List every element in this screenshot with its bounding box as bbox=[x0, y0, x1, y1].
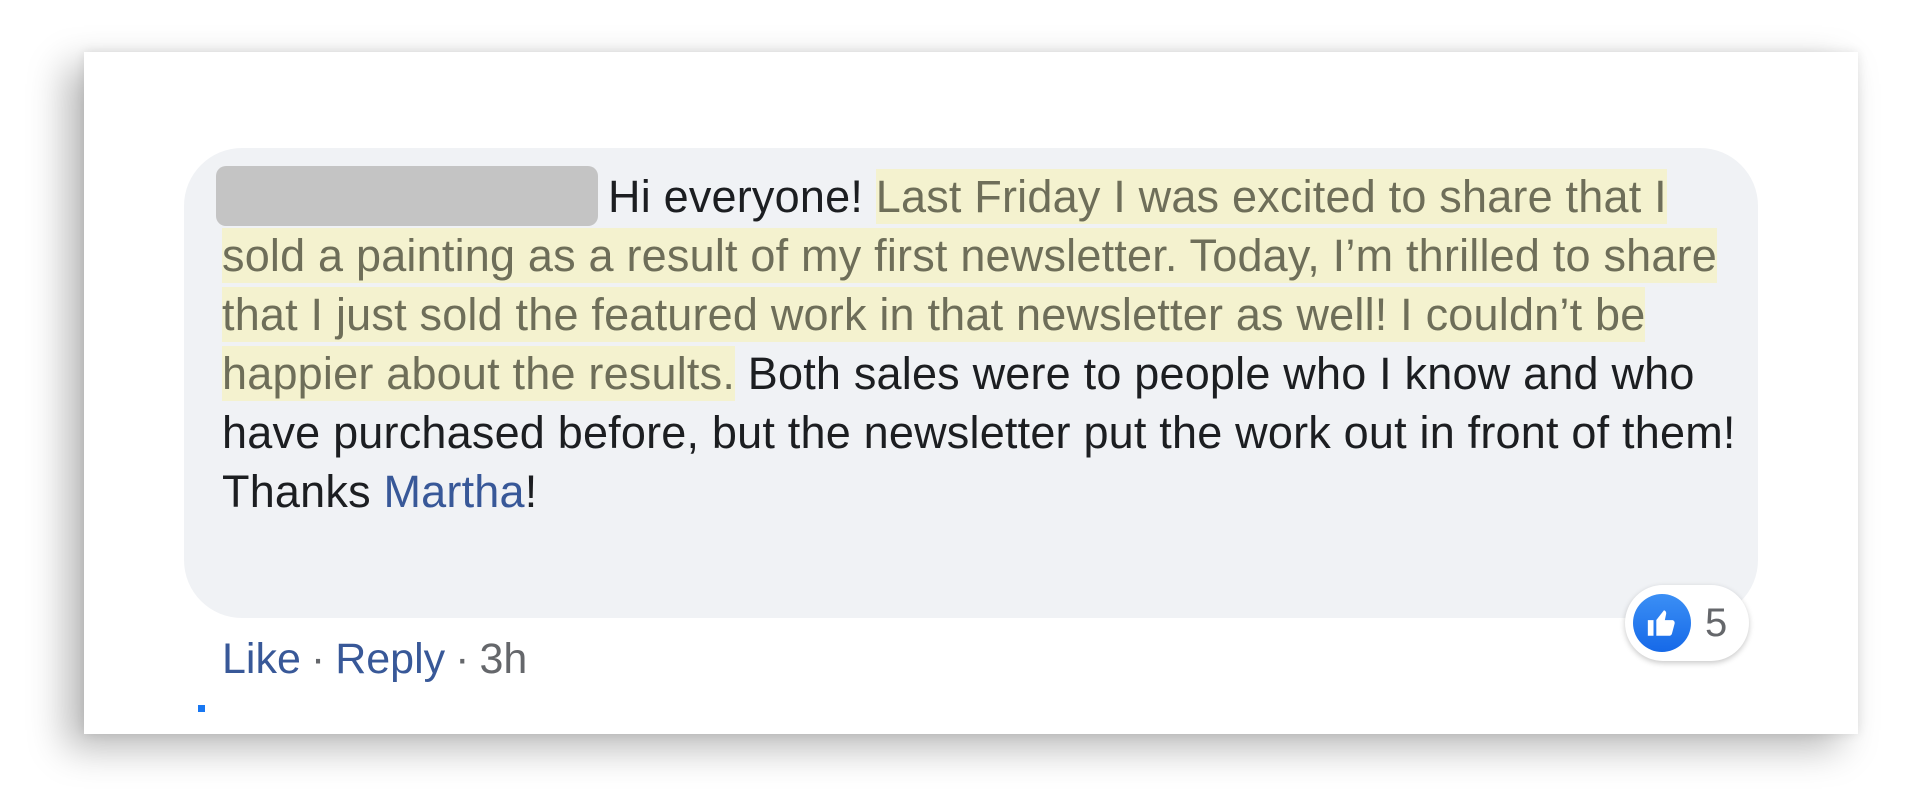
timestamp[interactable]: 3h bbox=[479, 635, 527, 683]
reaction-count: 5 bbox=[1705, 600, 1728, 645]
like-button[interactable]: Like bbox=[222, 635, 301, 683]
separator: · bbox=[455, 635, 470, 683]
comment-bubble: Hi everyone! Last Friday I was excited t… bbox=[184, 148, 1758, 618]
mention-link[interactable]: Martha bbox=[383, 466, 524, 517]
reply-button[interactable]: Reply bbox=[335, 635, 445, 683]
comment-card: Hi everyone! Last Friday I was excited t… bbox=[84, 52, 1858, 734]
comment-ending: ! bbox=[524, 466, 538, 517]
reaction-summary[interactable]: 5 bbox=[1625, 585, 1749, 661]
comment-actions: Like · Reply · 3h bbox=[222, 629, 527, 689]
comment-text: Hi everyone! Last Friday I was excited t… bbox=[216, 166, 1742, 521]
redacted-author-name[interactable] bbox=[216, 166, 598, 226]
thumbs-up-icon bbox=[1633, 594, 1691, 652]
focus-marker bbox=[198, 705, 205, 712]
separator: · bbox=[310, 635, 326, 683]
comment-greeting: Hi everyone! bbox=[608, 171, 876, 222]
